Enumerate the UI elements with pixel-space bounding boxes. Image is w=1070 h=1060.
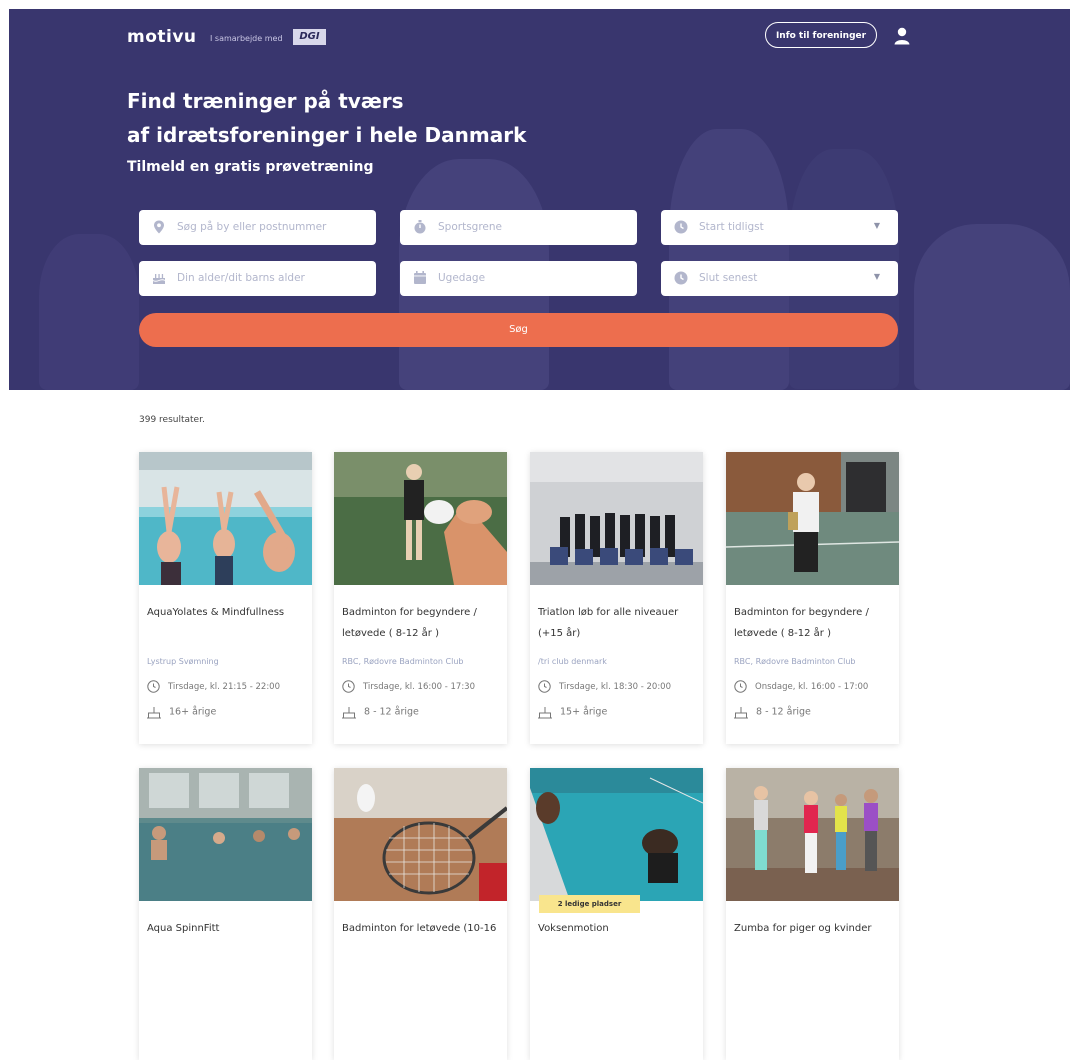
card-club[interactable]: RBC, Rødovre Badminton Club bbox=[342, 657, 463, 666]
location-placeholder: Søg på by eller postnummer bbox=[177, 221, 327, 233]
chevron-down-icon: ▼ bbox=[873, 221, 880, 230]
card-age: 8 - 12 årige bbox=[342, 705, 419, 719]
card-time: Tirsdage, kl. 18:30 - 20:00 bbox=[538, 680, 671, 693]
user-icon[interactable] bbox=[894, 27, 910, 45]
sports-placeholder: Sportsgrene bbox=[438, 221, 502, 233]
card-club[interactable]: RBC, Rødovre Badminton Club bbox=[734, 657, 855, 666]
location-search-input[interactable]: Søg på by eller postnummer bbox=[139, 210, 376, 245]
availability-badge: 2 ledige pladser bbox=[539, 895, 640, 913]
weekdays-input[interactable]: Ugedage bbox=[400, 261, 637, 296]
card-title[interactable]: Triatlon løb for alle niveauer (+15 år) bbox=[538, 602, 698, 644]
card-photo-badminton-hall bbox=[334, 452, 507, 585]
card-club[interactable]: Lystrup Svømning bbox=[147, 657, 219, 666]
hero-photo-boy bbox=[39, 234, 139, 390]
calendar-icon bbox=[414, 271, 426, 284]
card-age: 8 - 12 årige bbox=[734, 705, 811, 719]
clock-icon bbox=[342, 680, 355, 693]
activity-card[interactable]: Aqua SpinnFitt bbox=[139, 768, 312, 1060]
cake-icon bbox=[152, 274, 166, 284]
motivu-logo[interactable]: motivu bbox=[127, 27, 197, 47]
chevron-down-icon: ▼ bbox=[873, 272, 880, 281]
search-button[interactable]: Søg bbox=[139, 313, 898, 347]
card-time: Onsdage, kl. 16:00 - 17:00 bbox=[734, 680, 868, 693]
end-time-placeholder: Slut senest bbox=[699, 272, 758, 284]
card-photo-aqua-spinning bbox=[139, 768, 312, 901]
card-photo-badminton-racket bbox=[334, 768, 507, 901]
card-age: 15+ årige bbox=[538, 705, 607, 719]
hero-headline-line1: Find træninger på tværs bbox=[127, 89, 404, 113]
card-photo-aqua-yoga bbox=[139, 452, 312, 585]
clock-icon bbox=[674, 220, 688, 234]
start-time-placeholder: Start tidligst bbox=[699, 221, 764, 233]
card-age: 16+ årige bbox=[147, 705, 216, 719]
activity-card[interactable]: Triatlon løb for alle niveauer (+15 år) … bbox=[530, 452, 703, 744]
weekdays-placeholder: Ugedage bbox=[438, 272, 486, 284]
cake-icon bbox=[147, 707, 161, 719]
clock-icon bbox=[734, 680, 747, 693]
card-title[interactable]: AquaYolates & Mindfullness bbox=[147, 602, 307, 623]
activity-card[interactable]: Badminton for begyndere / letøvede ( 8-1… bbox=[726, 452, 899, 744]
clock-icon bbox=[147, 680, 160, 693]
card-time: Tirsdage, kl. 21:15 - 22:00 bbox=[147, 680, 280, 693]
card-photo-zumba bbox=[726, 768, 899, 901]
card-photo-pool bbox=[530, 768, 703, 901]
hero-headline-line2: af idrætsforeninger i hele Danmark bbox=[127, 123, 527, 147]
clock-icon bbox=[538, 680, 551, 693]
age-placeholder: Din alder/dit barns alder bbox=[177, 272, 305, 284]
stopwatch-icon bbox=[414, 220, 426, 234]
activity-card[interactable]: Badminton for begyndere / letøvede ( 8-1… bbox=[334, 452, 507, 744]
activity-card[interactable]: Zumba for piger og kvinder bbox=[726, 768, 899, 1060]
partner-text: I samarbejde med bbox=[210, 34, 283, 43]
card-title[interactable]: Voksenmotion bbox=[538, 918, 698, 939]
activity-card[interactable]: 2 ledige pladser Voksenmotion bbox=[530, 768, 703, 1060]
card-photo-triathlon-group bbox=[530, 452, 703, 585]
card-photo-badminton-girl bbox=[726, 452, 899, 585]
cake-icon bbox=[342, 707, 356, 719]
card-title[interactable]: Aqua SpinnFitt bbox=[147, 918, 307, 939]
card-title[interactable]: Badminton for begyndere / letøvede ( 8-1… bbox=[342, 602, 502, 644]
activity-card[interactable]: AquaYolates & Mindfullness Lystrup Svømn… bbox=[139, 452, 312, 744]
clock-icon bbox=[674, 271, 688, 285]
dgi-logo: DGI bbox=[293, 29, 326, 45]
top-navigation: motivu I samarbejde med DGI Info til for… bbox=[9, 9, 1070, 65]
hero-subheadline: Tilmeld en gratis prøvetræning bbox=[127, 159, 374, 175]
activity-card[interactable]: Badminton for letøvede (10-16 bbox=[334, 768, 507, 1060]
cake-icon bbox=[538, 707, 552, 719]
card-title[interactable]: Badminton for letøvede (10-16 bbox=[342, 918, 502, 939]
card-title[interactable]: Badminton for begyndere / letøvede ( 8-1… bbox=[734, 602, 894, 644]
cake-icon bbox=[734, 707, 748, 719]
card-time: Tirsdage, kl. 16:00 - 17:30 bbox=[342, 680, 475, 693]
sports-input[interactable]: Sportsgrene bbox=[400, 210, 637, 245]
hero-photo-woman bbox=[669, 129, 789, 390]
info-for-clubs-button[interactable]: Info til foreninger bbox=[765, 22, 877, 48]
hero-photo-child-goggles bbox=[914, 224, 1070, 390]
end-time-select[interactable]: Slut senest ▼ bbox=[661, 261, 898, 296]
location-pin-icon bbox=[154, 220, 164, 234]
results-count: 399 resultater. bbox=[139, 415, 205, 425]
start-time-select[interactable]: Start tidligst ▼ bbox=[661, 210, 898, 245]
card-club[interactable]: /tri club denmark bbox=[538, 657, 607, 666]
age-input[interactable]: Din alder/dit barns alder bbox=[139, 261, 376, 296]
card-title[interactable]: Zumba for piger og kvinder bbox=[734, 918, 894, 939]
hero-banner: motivu I samarbejde med DGI Info til for… bbox=[9, 9, 1070, 390]
